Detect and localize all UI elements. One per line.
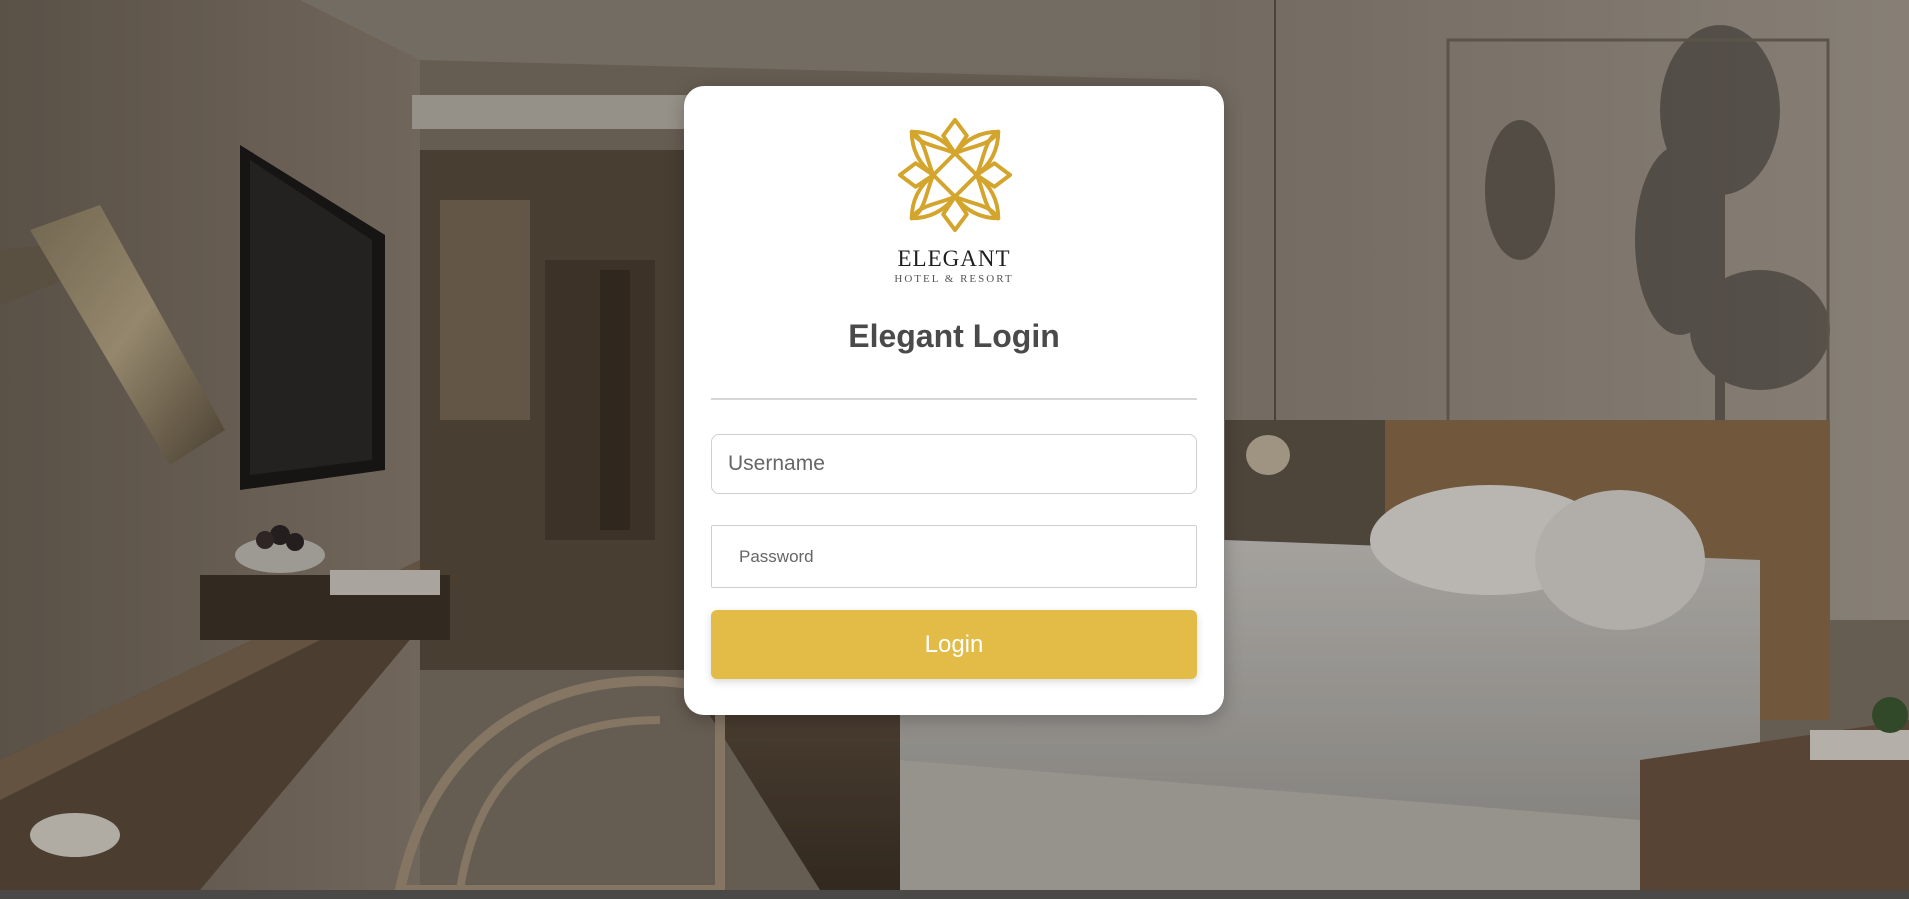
page-title: Elegant Login xyxy=(848,318,1060,354)
login-page: ELEGANT HOTEL & RESORT Elegant Login Log… xyxy=(0,0,1909,899)
password-input[interactable] xyxy=(711,525,1197,588)
login-card: ELEGANT HOTEL & RESORT Elegant Login Log… xyxy=(684,86,1224,715)
divider xyxy=(711,398,1197,400)
lotus-flower-icon xyxy=(896,116,1014,234)
login-button[interactable]: Login xyxy=(711,610,1197,679)
bottom-strip xyxy=(0,890,1909,899)
brand-name: ELEGANT xyxy=(897,246,1011,271)
username-input[interactable] xyxy=(711,434,1197,494)
brand-tagline: HOTEL & RESORT xyxy=(894,273,1014,285)
